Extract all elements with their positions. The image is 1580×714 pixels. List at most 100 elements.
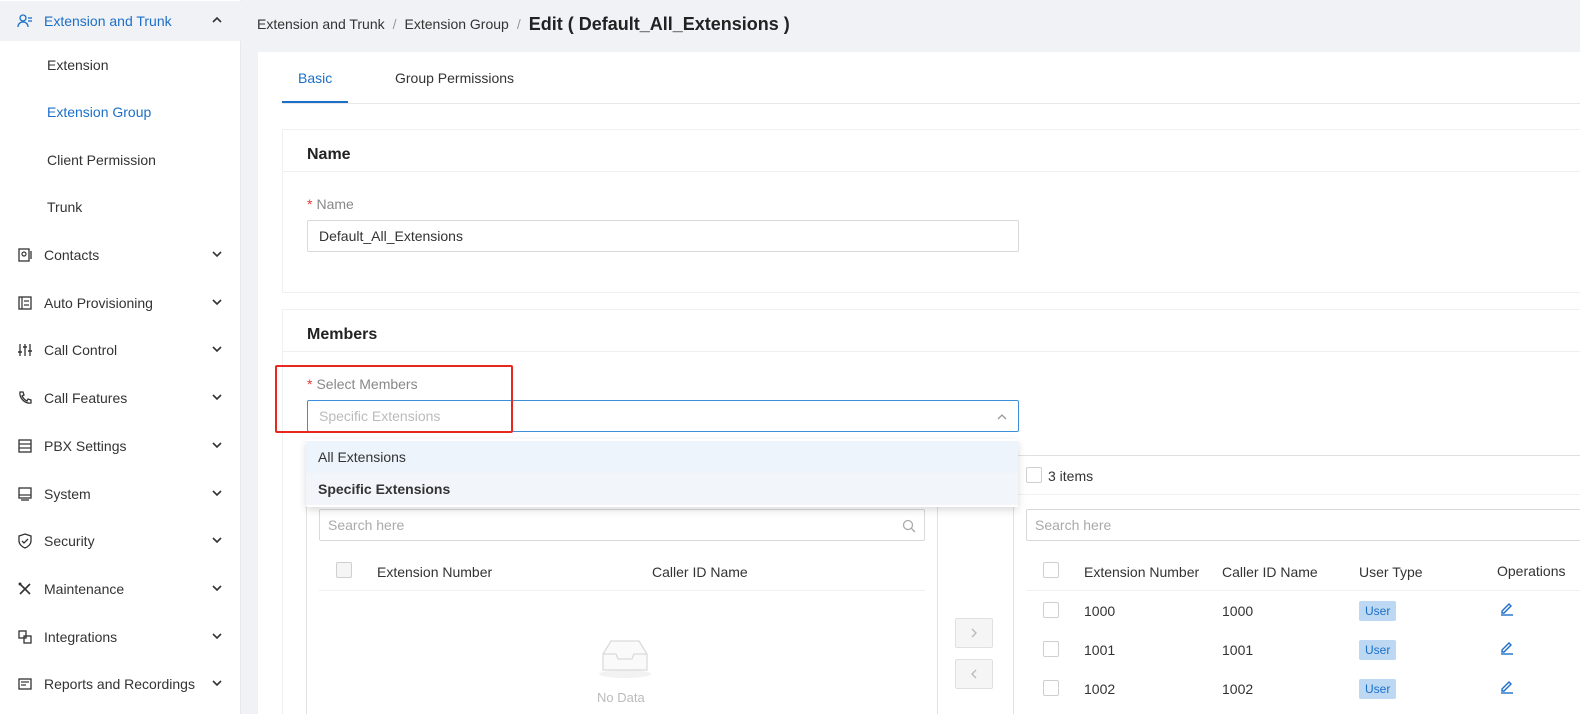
server-icon <box>18 439 32 453</box>
transfer-target-panel: 3 items Search here Extension Number Cal… <box>1013 455 1580 714</box>
chevron-left-icon <box>971 669 977 679</box>
required-mark: * <box>307 196 313 212</box>
sliders-icon <box>18 344 32 356</box>
sidebar-item-call-features[interactable]: Call Features <box>0 378 241 418</box>
chevron-down-icon <box>212 537 222 544</box>
sidebar-item-label: Security <box>44 533 95 549</box>
row-checkbox[interactable] <box>1043 680 1059 696</box>
row-checkbox[interactable] <box>1043 641 1059 657</box>
breadcrumb-link-extension-group[interactable]: Extension Group <box>405 16 509 32</box>
contacts-icon <box>18 248 32 262</box>
edit-icon[interactable] <box>1499 600 1515 616</box>
move-right-button[interactable] <box>955 618 993 648</box>
select-members-options: All Extensions Specific Extensions <box>306 439 1018 507</box>
select-all-checkbox[interactable] <box>1026 467 1042 483</box>
phone-icon <box>19 391 32 404</box>
sidebar-subitem-extension[interactable]: Extension <box>0 45 241 85</box>
row-checkbox[interactable] <box>1043 602 1059 618</box>
section-header: Members <box>283 310 1580 352</box>
caller-id-name: 1001 <box>1222 642 1254 658</box>
column-header: Extension Number <box>1084 564 1200 580</box>
column-header: Operations <box>1497 563 1566 579</box>
section-header: Name <box>283 130 1580 172</box>
sidebar-item-label: Call Control <box>44 342 118 358</box>
header-divider <box>319 590 925 591</box>
chevron-down-icon <box>212 442 222 449</box>
breadcrumb-link-extension-and-trunk[interactable]: Extension and Trunk <box>257 16 385 32</box>
tab-basic[interactable]: Basic <box>298 70 332 86</box>
chevron-down-icon <box>212 490 222 497</box>
sidebar-item-contacts[interactable]: Contacts <box>0 235 241 275</box>
column-header: User Type <box>1359 564 1423 580</box>
column-header: Caller ID Name <box>652 564 748 580</box>
monitor-icon <box>18 487 32 501</box>
user-type-badge: User <box>1359 640 1397 660</box>
shield-icon <box>18 533 32 549</box>
main-content: Basic Group Permissions Name *Name Membe… <box>258 52 1580 714</box>
sidebar-item-extension-and-trunk[interactable]: Extension and Trunk <box>0 1 241 41</box>
sidebar-item-auto-provisioning[interactable]: Auto Provisioning <box>0 283 241 323</box>
sidebar-subitem-extension-group[interactable]: Extension Group <box>0 92 241 132</box>
header-divider <box>1026 590 1580 591</box>
sidebar-item-maintenance[interactable]: Maintenance <box>0 569 241 609</box>
chevron-down-icon <box>212 680 222 687</box>
sidebar-item-pbx-settings[interactable]: PBX Settings <box>0 426 241 466</box>
sidebar-subitem-client-permission[interactable]: Client Permission <box>0 140 241 180</box>
sidebar-subitem-label: Client Permission <box>47 152 156 168</box>
option-all-extensions[interactable]: All Extensions <box>306 441 1018 473</box>
search-icon <box>902 519 916 533</box>
chevron-down-icon <box>212 394 222 401</box>
caller-id-name: 1000 <box>1222 603 1254 619</box>
sidebar-item-security[interactable]: Security <box>0 521 241 561</box>
breadcrumb-separator: / <box>516 16 521 32</box>
header-divider <box>1014 494 1580 495</box>
breadcrumb: Extension and Trunk / Extension Group / … <box>257 12 790 36</box>
item-count: 3 items <box>1048 468 1094 484</box>
select-all-rows-checkbox[interactable] <box>1043 562 1059 578</box>
reports-icon <box>18 678 32 690</box>
chevron-down-icon <box>212 346 222 353</box>
caller-id-name: 1002 <box>1222 681 1254 697</box>
users-icon <box>17 14 32 28</box>
sidebar-item-label: Contacts <box>44 247 100 263</box>
sidebar-item-label: PBX Settings <box>44 438 127 454</box>
highlight-box <box>275 365 513 433</box>
move-left-button[interactable] <box>955 659 993 689</box>
sidebar-item-call-control[interactable]: Call Control <box>0 330 241 370</box>
sidebar-subitem-label: Extension Group <box>47 104 152 120</box>
sidebar-subitem-trunk[interactable]: Trunk <box>0 187 241 227</box>
sidebar-subitem-label: Extension <box>47 57 109 73</box>
select-all-checkbox[interactable] <box>336 562 352 578</box>
tab-bar: Basic Group Permissions <box>282 52 1580 104</box>
sidebar-item-label: Extension and Trunk <box>44 13 172 29</box>
chevron-up-icon <box>997 414 1007 420</box>
section-title: Members <box>307 326 378 343</box>
target-search-input[interactable]: Search here <box>1026 509 1580 541</box>
chevron-down-icon <box>212 633 222 640</box>
user-type-badge: User <box>1359 679 1397 699</box>
chevron-right-icon <box>971 628 977 638</box>
name-input[interactable] <box>307 220 1019 252</box>
option-specific-extensions[interactable]: Specific Extensions <box>306 473 1018 505</box>
sidebar-item-reports-and-recordings[interactable]: Reports and Recordings <box>0 664 241 704</box>
edit-icon[interactable] <box>1499 678 1515 694</box>
extension-number: 1001 <box>1084 642 1116 658</box>
sidebar-item-integrations[interactable]: Integrations <box>0 617 241 657</box>
sidebar-item-label: Reports and Recordings <box>44 676 195 692</box>
provisioning-icon <box>18 296 32 310</box>
extension-number: 1002 <box>1084 681 1116 697</box>
source-search-input[interactable]: Search here <box>319 509 925 541</box>
search-placeholder: Search here <box>328 517 405 533</box>
section-title: Name <box>307 146 351 163</box>
sidebar-subitem-label: Trunk <box>47 199 83 215</box>
tab-group-permissions[interactable]: Group Permissions <box>395 70 514 86</box>
sidebar-item-system[interactable]: System <box>0 474 241 514</box>
integrations-icon <box>18 630 32 644</box>
empty-inbox-icon <box>599 640 651 678</box>
tools-icon <box>18 582 31 595</box>
edit-icon[interactable] <box>1499 639 1515 655</box>
name-label-text: Name <box>316 196 354 212</box>
empty-state-text: No Data <box>597 690 645 705</box>
name-field-label: * Name <box>307 196 354 212</box>
search-placeholder: Search here <box>1035 517 1112 533</box>
